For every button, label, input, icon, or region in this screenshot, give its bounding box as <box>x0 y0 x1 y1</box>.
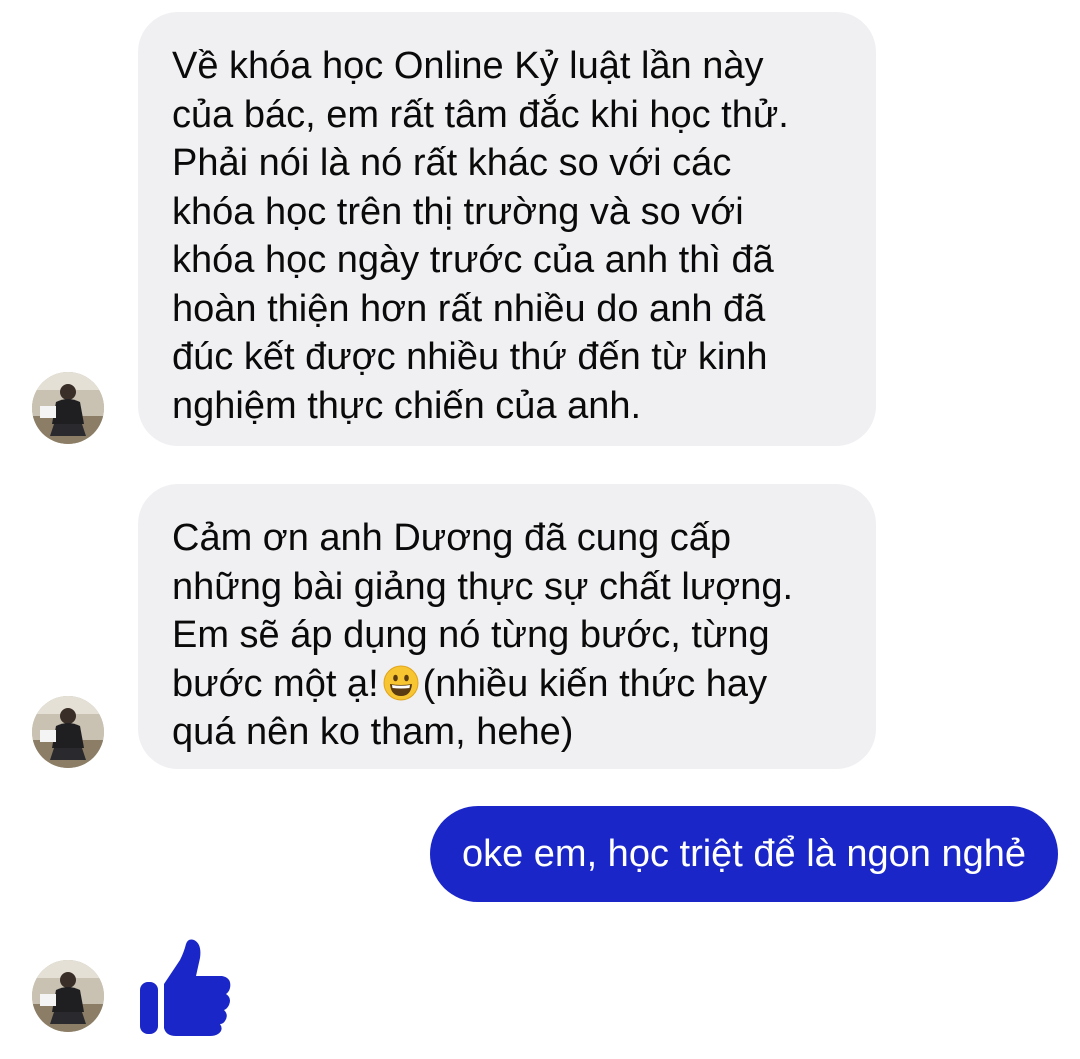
avatar[interactable] <box>32 696 104 768</box>
message-text-line: Em sẽ áp dụng nó từng bước, từng <box>172 614 770 656</box>
avatar-photo <box>32 372 104 444</box>
message-text-line-with-emoji: bước một ạ! (nhiều kiến thức hay <box>172 660 844 709</box>
message-text-line: của bác, em rất tâm đắc khi học thử. <box>172 93 789 136</box>
message-text-segment: (nhiều kiến thức hay <box>422 662 768 705</box>
message-bubble-incoming[interactable]: Về khóa học Online Kỷ luật lần này của b… <box>138 12 876 446</box>
message-bubble-outgoing[interactable]: oke em, học triệt để là ngon nghẻ <box>429 806 1058 902</box>
message-text-line: Về khóa học Online Kỷ luật lần này <box>172 45 764 87</box>
message-thread: Về khóa học Online Kỷ luật lần này của b… <box>0 0 1080 1059</box>
message-text-line: quá nên ko tham, hehe) <box>172 711 574 753</box>
message-text-line: khóa học trên thị trường và so với <box>172 190 744 233</box>
message-text-segment: bước một ạ! <box>172 662 379 705</box>
thumbs-up-icon[interactable] <box>136 938 236 1038</box>
message-bubble-incoming[interactable]: Cảm ơn anh Dương đã cung cấp những bài g… <box>138 484 876 769</box>
message-text-line: Cảm ơn anh Dương đã cung cấp <box>172 517 732 559</box>
message-text-line: nghiệm thực chiến của anh. <box>172 384 642 427</box>
avatar[interactable] <box>32 372 104 444</box>
avatar-photo <box>32 696 104 768</box>
avatar-photo <box>32 960 104 1032</box>
grinning-face-emoji <box>383 665 419 700</box>
avatar[interactable] <box>32 960 104 1032</box>
message-text-line: những bài giảng thực sự chất lượng. <box>172 565 794 608</box>
message-text: oke em, học triệt để là ngon nghẻ <box>461 833 1026 875</box>
message-text-line: đúc kết được nhiều thứ đến từ kinh <box>172 336 768 378</box>
message-text-line: Phải nói là nó rất khác so với các <box>172 142 732 184</box>
message-text-line: hoàn thiện hơn rất nhiều do anh đã <box>172 287 766 330</box>
message-text-line: khóa học ngày trước của anh thì đã <box>172 239 774 281</box>
